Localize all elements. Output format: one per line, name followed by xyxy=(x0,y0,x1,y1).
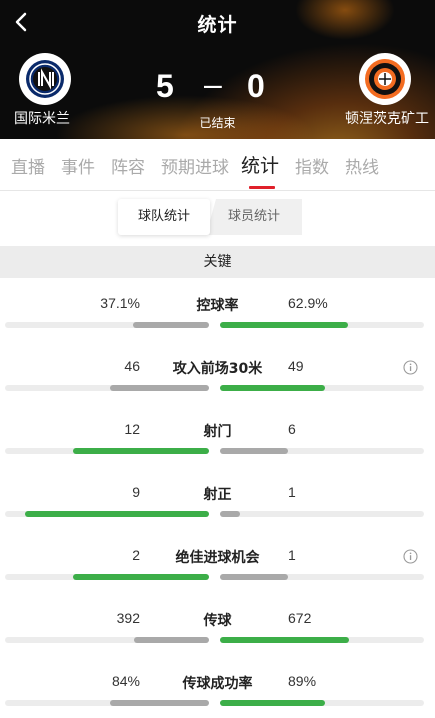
stat-away-bar xyxy=(220,448,288,454)
stat-home-bar xyxy=(134,637,209,643)
stat-away-bar xyxy=(220,574,288,580)
stat-row: 46 攻入前场30米 49 xyxy=(0,358,435,420)
stat-away-bar-track xyxy=(220,385,424,391)
stat-away-value: 62.9% xyxy=(288,295,328,311)
stat-away-value: 1 xyxy=(288,547,296,563)
tab-lineup[interactable]: 阵容 xyxy=(111,153,145,178)
stat-row: 392 传球 672 xyxy=(0,610,435,672)
stat-away-bar xyxy=(220,511,240,517)
score-separator: – xyxy=(204,66,222,102)
stat-label: 射门 xyxy=(203,424,232,440)
tab-odds[interactable]: 指数 xyxy=(295,153,329,178)
tab-bar: 直播 事件 阵容 预期进球 统计 指数 热线 xyxy=(0,139,435,191)
stat-row: 9 射正 1 xyxy=(0,484,435,546)
stats-type-toggle: 球员统计 球队统计 xyxy=(118,199,302,237)
stat-away-value: 6 xyxy=(288,421,296,437)
tab-expected-goals[interactable]: 预期进球 xyxy=(161,153,229,178)
stat-away-bar-track xyxy=(220,574,424,580)
stat-row: 84% 传球成功率 89% xyxy=(0,673,435,718)
info-icon[interactable] xyxy=(403,360,418,375)
stat-label: 攻入前场30米 xyxy=(172,361,263,377)
stat-away-bar-track xyxy=(220,511,424,517)
stat-away-bar xyxy=(220,385,325,391)
stat-away-bar-track xyxy=(220,637,424,643)
away-team-logo[interactable] xyxy=(359,53,411,105)
stat-away-value: 49 xyxy=(288,358,304,374)
stat-away-value: 89% xyxy=(288,673,317,689)
stat-home-bar-track xyxy=(5,448,209,454)
stat-away-bar xyxy=(220,322,348,328)
stat-home-bar xyxy=(133,322,209,328)
stat-row: 37.1% 控球率 62.9% xyxy=(0,295,435,357)
section-header-key: 关键 xyxy=(0,246,435,278)
tab-stats[interactable]: 统计 xyxy=(241,151,279,178)
stat-row: 12 射门 6 xyxy=(0,421,435,483)
tab-events[interactable]: 事件 xyxy=(61,153,95,178)
stat-row: 2 绝佳进球机会 1 xyxy=(0,547,435,609)
stat-away-bar xyxy=(220,637,349,643)
stat-home-bar-track xyxy=(5,574,209,580)
player-stats-button[interactable]: 球员统计 xyxy=(206,199,302,235)
home-team-logo[interactable] xyxy=(19,53,71,105)
stat-home-bar xyxy=(73,448,209,454)
stat-away-value: 672 xyxy=(288,610,312,626)
info-icon[interactable] xyxy=(403,549,418,564)
stat-away-bar-track xyxy=(220,448,424,454)
match-status: 已结束 xyxy=(199,116,236,130)
team-stats-button[interactable]: 球队统计 xyxy=(118,199,210,235)
stat-label: 控球率 xyxy=(196,298,239,314)
stat-home-bar xyxy=(73,574,209,580)
stat-label: 射正 xyxy=(203,487,232,503)
stat-home-bar-track xyxy=(5,322,209,328)
stat-label: 绝佳进球机会 xyxy=(175,550,260,566)
active-tab-indicator xyxy=(249,186,275,189)
stat-home-bar-track xyxy=(5,385,209,391)
stat-home-bar-track xyxy=(5,700,209,706)
stat-home-bar xyxy=(25,511,209,517)
tab-live[interactable]: 直播 xyxy=(11,153,45,178)
stat-home-bar-track xyxy=(5,511,209,517)
stat-away-bar xyxy=(220,700,325,706)
stat-home-bar xyxy=(110,385,209,391)
tab-hotline[interactable]: 热线 xyxy=(345,153,379,178)
page-title: 统计 xyxy=(197,14,238,36)
stat-label: 传球 xyxy=(203,613,232,629)
stat-home-bar xyxy=(110,700,209,706)
stat-label: 传球成功率 xyxy=(182,676,253,692)
stat-away-bar-track xyxy=(220,700,424,706)
away-score: 0 xyxy=(247,68,265,104)
stat-away-value: 1 xyxy=(288,484,296,500)
stat-away-bar-track xyxy=(220,322,424,328)
stat-home-bar-track xyxy=(5,637,209,643)
home-score: 5 xyxy=(156,68,174,104)
match-header: 统计 国际米兰 顿涅茨克矿工 5 – 0 已结束 xyxy=(0,0,435,139)
